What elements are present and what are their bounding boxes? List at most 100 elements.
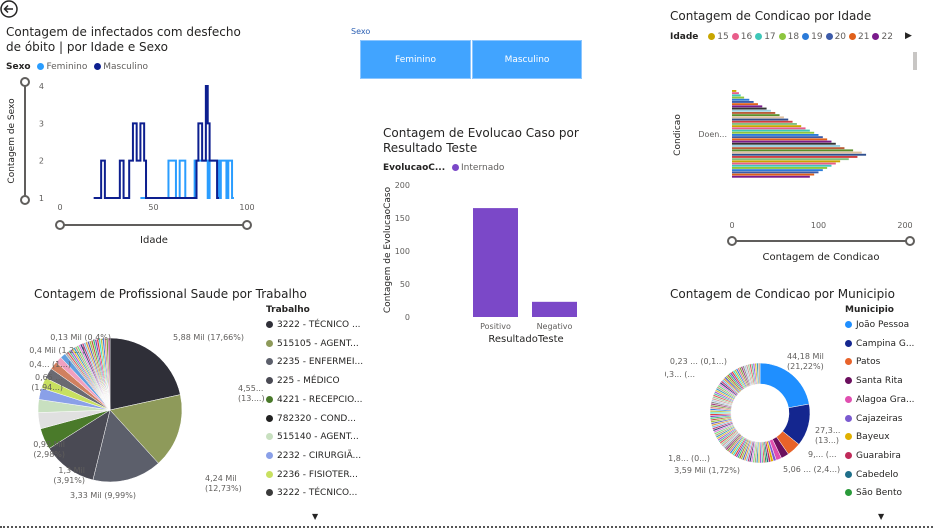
donut-legend-label: São Bento <box>856 488 903 499</box>
bar-positivo[interactable] <box>473 208 518 317</box>
donut-legend-item[interactable]: Patos <box>845 357 880 367</box>
donut-chart[interactable]: 44,18 Mil(21,22%) 27,3...(13...) 9,... (..… <box>665 303 850 513</box>
pie-legend-dot-icon <box>266 451 273 459</box>
hbar-bar[interactable] <box>732 136 823 139</box>
hbar-bar[interactable] <box>732 140 832 143</box>
hbar-bar[interactable] <box>732 169 823 172</box>
hbar-bar[interactable] <box>732 90 737 92</box>
hbar-bar[interactable] <box>732 162 836 165</box>
pie-legend-label: 225 - MÉDICO <box>277 376 340 387</box>
hbar-bar[interactable] <box>732 112 776 114</box>
hbar-scrollbar[interactable] <box>913 52 917 70</box>
hbar-bar[interactable] <box>732 114 780 117</box>
hbar-bar[interactable] <box>732 92 739 95</box>
hbar-bar[interactable] <box>732 103 758 106</box>
pie-legend-item[interactable]: 4221 - RECEPCIO... <box>266 395 362 405</box>
line-series-masculino[interactable] <box>93 85 219 199</box>
pie-legend-item[interactable]: 2236 - FISIOTER... <box>266 470 358 480</box>
pie-legend-label: 515140 - AGENT... <box>277 432 359 443</box>
line-chart[interactable]: Idade Contagem de Sexo 1 2 3 4 0 50 100 <box>0 72 262 252</box>
donut-legend-label: João Pessoa <box>856 320 910 330</box>
slicer-feminino-button[interactable]: Feminino <box>360 40 471 79</box>
hbar-bar[interactable] <box>732 120 793 123</box>
line-series-feminino[interactable] <box>140 159 234 199</box>
bar-chart[interactable]: Contagem de EvolucaoCaso ResultadoTeste … <box>378 175 598 350</box>
hbar-bar[interactable] <box>732 134 819 136</box>
hbar-bar[interactable] <box>732 173 815 176</box>
pie-legend-dot-icon <box>266 470 273 478</box>
donut-legend-more-icon[interactable]: ▼ <box>878 512 884 521</box>
hbar-bar[interactable] <box>732 98 750 101</box>
y-slider-handle-bottom[interactable] <box>20 195 30 205</box>
hbar-slider-handle-right[interactable] <box>905 236 915 246</box>
legend-next-icon[interactable]: ▶ <box>905 31 912 41</box>
x-slider-handle-left[interactable] <box>55 220 65 230</box>
pie-legend-label: 2232 - CIRURGIÃ... <box>277 450 362 461</box>
hbar-bar[interactable] <box>732 156 858 158</box>
hbar-bar[interactable] <box>732 147 845 150</box>
pie-legend-item[interactable]: 515140 - AGENT... <box>266 432 359 442</box>
hbar-slider-handle-left[interactable] <box>727 236 737 246</box>
pie-legend-item[interactable]: 2232 - CIRURGIÃ... <box>266 451 361 461</box>
hbar-bar[interactable] <box>732 129 810 132</box>
hbar-bar[interactable] <box>732 101 754 103</box>
hbar-chart[interactable]: Condicao Doen... Contagem de Condicao 0 1… <box>665 50 930 265</box>
hbar-bar[interactable] <box>732 118 789 121</box>
hbar-bar[interactable] <box>732 109 771 112</box>
donut-legend-label: Santa Rita <box>856 376 903 387</box>
donut-legend-item[interactable]: Santa Rita <box>845 376 903 386</box>
donut-legend-item[interactable]: Cajazeiras <box>845 414 902 424</box>
hbar-bar[interactable] <box>732 94 741 97</box>
pie-legend-item[interactable]: 225 - MÉDICO <box>266 376 340 386</box>
hbar-bar[interactable] <box>732 127 806 130</box>
pie-legend-item[interactable]: 3222 - TÉCNICO... <box>266 488 357 498</box>
pie-data-label: 0,13 Mil (0,4%) <box>50 333 111 342</box>
donut-legend-item[interactable]: São Bento <box>845 488 902 498</box>
pie-legend-item[interactable]: 782320 - COND... <box>266 414 356 424</box>
hbar-bar[interactable] <box>732 153 867 156</box>
hbar-bar[interactable] <box>732 123 797 125</box>
pie-legend-item[interactable]: 2235 - ENFERMEI... <box>266 357 363 367</box>
hbar-bar[interactable] <box>732 160 841 163</box>
hbar-bar[interactable] <box>732 145 841 147</box>
hbar-bar[interactable] <box>732 149 854 152</box>
hbar-bar[interactable] <box>732 164 832 167</box>
x-slider-handle-right[interactable] <box>242 220 252 230</box>
hbar-bar[interactable] <box>732 142 836 145</box>
pie-legend-dot-icon <box>266 433 273 441</box>
donut-legend-item[interactable]: João Pessoa <box>845 320 909 330</box>
hbar-bar[interactable] <box>732 167 828 169</box>
back-arrow-icon[interactable] <box>0 0 18 18</box>
y-slider-handle-top[interactable] <box>20 77 30 87</box>
hbar-bar[interactable] <box>732 105 763 108</box>
hbar-bar[interactable] <box>732 158 849 161</box>
pie-legend-more-icon[interactable]: ▼ <box>312 512 318 521</box>
pie-chart[interactable]: 5,88 Mil (17,66%) 4,55...(13....) 4,24 Mil… <box>25 305 270 510</box>
hbar-bar[interactable] <box>732 131 815 134</box>
donut-legend-item[interactable]: Guarabira <box>845 451 901 461</box>
hbar-bar[interactable] <box>732 107 767 110</box>
hbar-legend-item: 19 <box>811 32 823 42</box>
hbar-bar[interactable] <box>732 138 828 141</box>
hbar-bar[interactable] <box>732 175 810 178</box>
hbar-bar[interactable] <box>732 96 745 99</box>
donut-legend-item[interactable]: Bayeux <box>845 432 890 442</box>
donut-legend-item[interactable]: Cabedelo <box>845 470 898 480</box>
hbar-bar[interactable] <box>732 171 819 174</box>
donut-legend-dot-icon <box>845 414 852 422</box>
pie-legend-label: 2235 - ENFERMEI... <box>277 357 364 368</box>
donut-legend-item[interactable]: Campina G... <box>845 339 914 349</box>
hbar-y-axis-title: Condicao <box>673 114 683 156</box>
bar-negativo[interactable] <box>532 301 577 317</box>
bar-x-axis-title: ResultadoTeste <box>488 334 563 345</box>
pie-legend-dot-icon <box>266 358 273 366</box>
hbar-bar[interactable] <box>732 125 802 128</box>
pie-legend-item[interactable]: 515105 - AGENT... <box>266 339 359 349</box>
donut-legend-item[interactable]: Alagoa Gra... <box>845 395 915 405</box>
hbar-legend-dot-icon <box>802 33 810 40</box>
pie-legend-item[interactable]: 3222 - TÉCNICO ... <box>266 320 361 330</box>
slicer-masculino-button[interactable]: Masculino <box>472 40 582 79</box>
hbar-bar[interactable] <box>732 116 784 119</box>
hbar-bar[interactable] <box>732 151 862 154</box>
donut-chart-title: Contagem de Condicao por Municipio <box>670 287 895 301</box>
